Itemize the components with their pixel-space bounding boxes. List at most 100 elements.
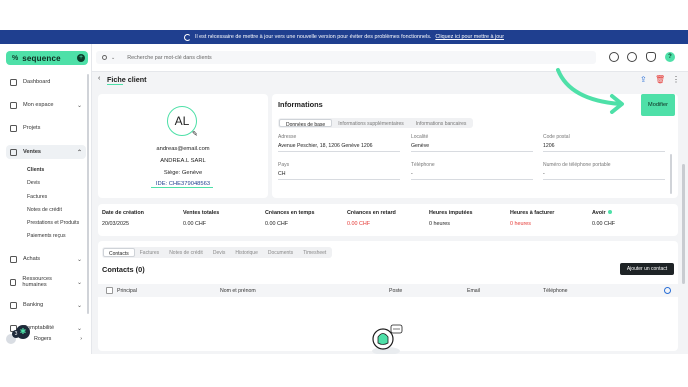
stat-value: 0 heures — [429, 221, 450, 227]
table-header: Principal Nom et prénom Poste Email Télé… — [98, 284, 678, 297]
pays-field[interactable]: CH — [278, 171, 400, 180]
portable-field[interactable]: - — [543, 171, 665, 180]
sidebar-sub-notes-credit[interactable]: Notes de crédit — [27, 207, 62, 213]
stat-value: 0 heures — [510, 221, 531, 227]
annotation-arrow-icon — [556, 68, 624, 114]
app-window: % sequence + Dashboard Mon espace ⌄ Proj… — [0, 44, 688, 355]
search-input[interactable]: ⌄ Recherche par mot-clé dans clients — [96, 51, 596, 64]
sidebar-sub-prestations[interactable]: Prestations et Produits — [27, 220, 79, 226]
sidebar-item-banking[interactable]: Banking ⌄ — [6, 298, 86, 312]
code-postal-field[interactable]: 1206 — [543, 143, 665, 152]
sidebar-item-label: Dashboard — [23, 79, 51, 85]
column-nom-prenom[interactable]: Nom et prénom — [220, 288, 256, 294]
sidebar-sub-paiements[interactable]: Paiements reçus — [27, 233, 66, 239]
localite-field[interactable]: Genève — [411, 143, 533, 152]
column-principal[interactable]: Principal — [117, 288, 137, 294]
sidebar-scrollbar[interactable] — [87, 74, 89, 314]
plus-icon[interactable]: + — [77, 54, 85, 62]
checkbox-icon — [10, 124, 17, 132]
more-vertical-icon[interactable]: ⋮ — [672, 75, 680, 84]
stat-label: Heures imputées — [429, 210, 473, 216]
add-circle-icon[interactable] — [609, 52, 619, 62]
stat-label: Créances en retard — [347, 210, 396, 216]
update-link[interactable]: Cliquez ici pour mettre à jour — [435, 34, 504, 40]
cart-icon — [10, 255, 17, 263]
sidebar-item-projets[interactable]: Projets — [6, 121, 86, 135]
banner-text: Il est nécessaire de mettre à jour vers … — [194, 34, 432, 40]
chevron-down-icon: ⌄ — [76, 256, 82, 263]
select-all-checkbox[interactable] — [106, 287, 113, 294]
back-icon[interactable]: ‹ — [98, 75, 100, 82]
tab-timesheet[interactable]: Timesheet — [298, 248, 331, 257]
tab-donnees-base[interactable]: Données de base — [279, 119, 333, 128]
stats-bar: Date de création 20/03/2025 Ventes total… — [98, 204, 678, 236]
chevron-up-icon: ⌃ — [76, 149, 82, 156]
user-menu[interactable]: 3 Rogers › — [6, 330, 86, 345]
refresh-icon — [183, 33, 191, 41]
stat-ventes-totales: Ventes totales 0.00 CHF — [183, 210, 219, 227]
sidebar-sub-clients[interactable]: Clients — [27, 167, 44, 173]
avatar: 3 — [6, 330, 20, 344]
empty-state-illustration — [372, 324, 403, 355]
client-company: ANDREA.L SARL — [160, 158, 206, 164]
portable-label: Numéro de téléphone portable — [543, 162, 611, 168]
sidebar-item-rh[interactable]: Ressources humaines ⌄ — [6, 275, 86, 289]
chevron-down-icon: ⌄ — [76, 325, 82, 332]
info-scrollbar[interactable] — [670, 154, 672, 194]
brand-mark-icon: % — [12, 54, 19, 62]
bell-icon[interactable] — [646, 52, 656, 62]
search-icon — [102, 55, 107, 60]
edit-pen-icon[interactable]: ✎ — [192, 130, 198, 138]
sidebar-item-dashboard[interactable]: Dashboard — [6, 75, 86, 89]
brand-name: sequence — [22, 53, 61, 63]
info-dot-icon — [607, 210, 612, 214]
tab-infos-supplementaires[interactable]: Informations supplémentaires — [332, 119, 410, 127]
adresse-label: Adresse — [278, 134, 297, 140]
sidebar-sub-devis[interactable]: Devis — [27, 180, 40, 186]
client-siege: Siège: Genève — [163, 170, 203, 176]
chevron-down-icon[interactable]: ⌄ — [111, 55, 115, 61]
sidebar-item-label: Achats — [23, 256, 41, 262]
column-email[interactable]: Email — [467, 288, 480, 294]
stat-creances-temps: Créances en temps 0.00 CHF — [265, 210, 314, 227]
sidebar-item-ventes[interactable]: Ventes ⌃ — [6, 145, 86, 159]
stat-value: 20/03/2025 — [102, 221, 129, 227]
contacts-title: Contacts (0) — [102, 265, 145, 274]
profile-card: AL ✎ andreas@email.com ANDREA.L SARL Siè… — [98, 94, 268, 198]
help-icon[interactable]: ? — [665, 52, 675, 62]
stat-value: 0.00 CHF — [183, 221, 207, 227]
telephone-label: Téléphone — [411, 162, 435, 168]
column-poste[interactable]: Poste — [389, 288, 402, 294]
tab-notes-credit[interactable]: Notes de crédit — [164, 248, 208, 257]
stat-value: 0.00 CHF — [347, 221, 371, 227]
column-telephone[interactable]: Téléphone — [543, 288, 568, 294]
info-title: Informations — [278, 100, 323, 109]
tab-devis[interactable]: Devis — [208, 248, 231, 257]
stat-label: Avoir — [592, 210, 606, 216]
sidebar-sub-factures[interactable]: Factures — [27, 194, 47, 200]
main-scrollbar[interactable] — [682, 164, 685, 284]
stat-value: 0.00 CHF — [592, 221, 616, 227]
stat-value: 0.00 CHF — [265, 221, 289, 227]
clock-icon[interactable] — [627, 52, 637, 62]
telephone-field[interactable]: - — [411, 171, 533, 180]
home-icon — [10, 78, 17, 86]
gear-icon[interactable] — [664, 287, 671, 294]
trash-icon[interactable]: 🗑 — [655, 75, 665, 84]
tab-documents[interactable]: Documents — [263, 248, 298, 257]
add-contact-button[interactable]: Ajouter un contact — [620, 263, 674, 275]
brand-logo[interactable]: % sequence + — [6, 51, 88, 65]
bank-icon — [10, 301, 17, 309]
sidebar-item-mon-espace[interactable]: Mon espace ⌄ — [6, 98, 86, 112]
tab-historique[interactable]: Historique — [230, 248, 263, 257]
tab-factures[interactable]: Factures — [135, 248, 164, 257]
chevron-right-icon: › — [80, 336, 82, 342]
adresse-field[interactable]: Avenue Peschier, 18, 1206 Genève 1206 — [278, 143, 400, 152]
sidebar-item-achats[interactable]: Achats ⌄ — [6, 252, 86, 266]
title-underline — [107, 84, 123, 85]
chevron-down-icon: ⌄ — [76, 302, 82, 309]
tab-infos-bancaires[interactable]: Informations bancaires — [410, 119, 473, 127]
pays-label: Pays — [278, 162, 290, 168]
people-icon — [10, 278, 17, 286]
tab-contacts[interactable]: Contacts — [103, 248, 135, 257]
